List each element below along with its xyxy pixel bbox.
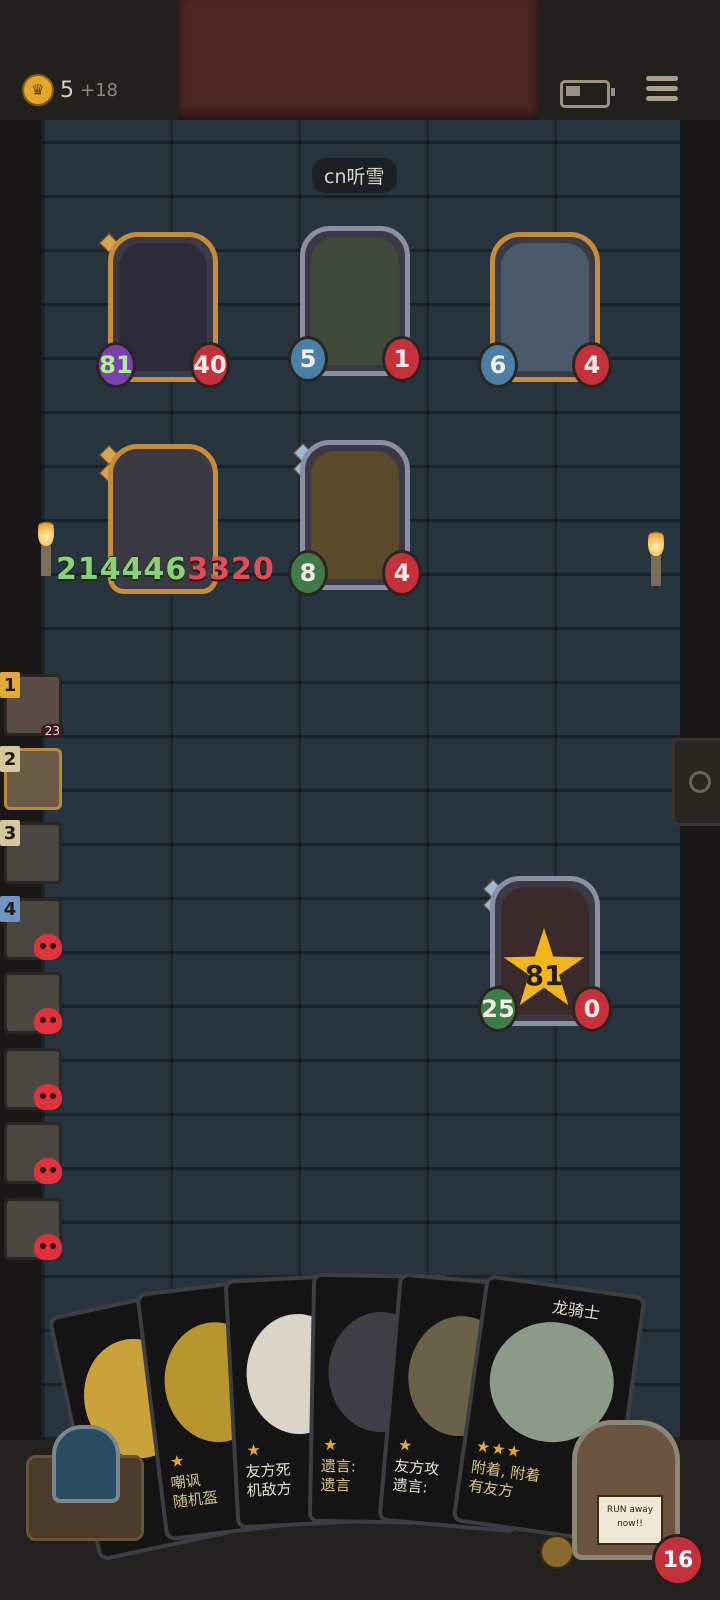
coin-icon: ♛ [22, 74, 54, 106]
health-stat: 4 [382, 550, 422, 596]
star-icon: ★ [397, 1434, 415, 1456]
tier-badge: 23 [40, 724, 64, 738]
torch-icon [648, 526, 666, 586]
rank-badge: 4 [0, 896, 20, 922]
hero-sign: RUN away now!! [597, 1495, 663, 1545]
attack-stat: 8 [288, 550, 328, 596]
star-icon: ★ [246, 1440, 263, 1460]
attack-stat: 81 [96, 342, 136, 388]
star-icon: ★★★ [474, 1436, 524, 1462]
health-stat: 1 [382, 336, 422, 382]
gold-counter: ♛ 5 +18 [22, 74, 118, 106]
battery-icon [560, 80, 615, 108]
torch-icon [38, 516, 56, 576]
gold-value: 5 [60, 77, 74, 103]
skull-icon [34, 934, 62, 960]
health-stat: 4 [572, 342, 612, 388]
card-name: 龙骑士 [550, 1297, 602, 1324]
leaderboard-entry[interactable]: 1 23 [0, 672, 64, 738]
star-icon: ★ [323, 1435, 339, 1455]
star-icon: ★ [168, 1450, 187, 1472]
huge-stats: 2144463320 [56, 552, 275, 587]
health-stat: 0 [572, 986, 612, 1032]
leaderboard-entry[interactable]: 2 [0, 746, 64, 812]
board-minion[interactable]: 8 4 [288, 440, 422, 596]
health-stat: 40 [190, 342, 230, 388]
curtain [178, 0, 538, 120]
gold-income: +18 [80, 79, 118, 101]
hero-health: 16 [652, 1534, 704, 1586]
rank-badge: 1 [0, 672, 20, 698]
attack-stat: 25 [478, 986, 518, 1032]
skull-icon [34, 1008, 62, 1034]
leaderboard-entry[interactable] [0, 1196, 64, 1262]
board-minion[interactable]: 5 1 [288, 226, 422, 382]
hero-power-icon[interactable] [540, 1535, 574, 1569]
board-minion[interactable]: 6 4 [478, 232, 612, 388]
leaderboard-entry[interactable] [0, 970, 64, 1036]
refresh-shop-button[interactable] [20, 1425, 146, 1545]
board-minion[interactable]: 81 40 [96, 232, 230, 388]
skull-icon [34, 1158, 62, 1184]
lightning-orb-icon [52, 1425, 120, 1503]
leaderboard-entry[interactable] [0, 1120, 64, 1186]
player-name: cn听雪 [312, 158, 397, 193]
damage-value: 81 [524, 958, 564, 992]
rank-badge: 3 [0, 820, 20, 846]
top-bar: ♛ 5 +18 [0, 0, 720, 120]
leaderboard-entry[interactable]: 4 [0, 896, 64, 962]
skull-icon [34, 1084, 62, 1110]
leaderboard-entry[interactable]: 3 [0, 820, 64, 886]
menu-icon[interactable] [646, 72, 678, 106]
attack-stat: 6 [478, 342, 518, 388]
skull-icon [34, 1234, 62, 1260]
attack-stat: 214446 [56, 552, 188, 587]
rank-badge: 2 [0, 746, 20, 772]
health-stat: 3320 [187, 552, 275, 587]
lock-button[interactable] [672, 738, 720, 826]
leaderboard-entry[interactable] [0, 1046, 64, 1112]
attack-stat: 5 [288, 336, 328, 382]
